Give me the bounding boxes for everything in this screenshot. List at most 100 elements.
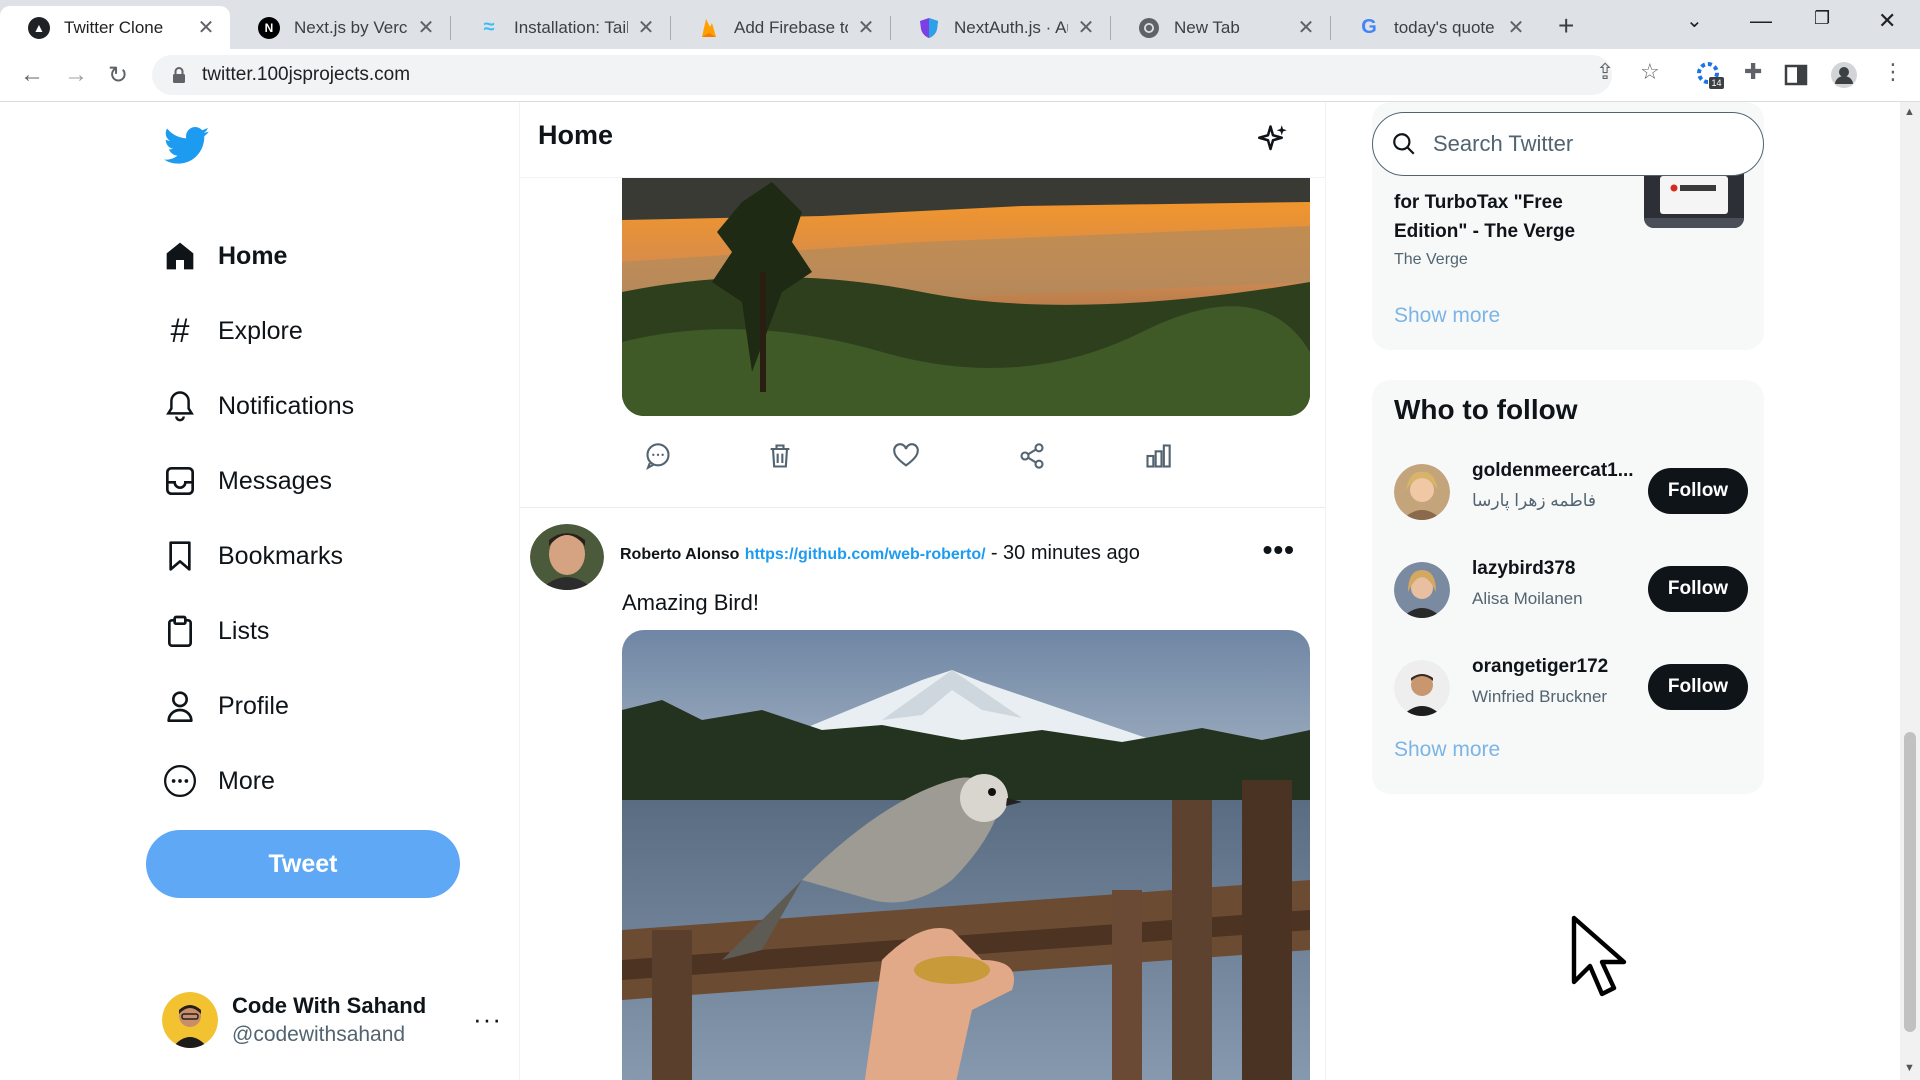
scrollbar-thumb[interactable]	[1904, 732, 1916, 1032]
news-article-title[interactable]: for TurboTax "Free Edition" - The Verge	[1394, 188, 1614, 246]
follow-button[interactable]: Follow	[1648, 566, 1748, 612]
home-feed: Home Roberto Alonso https://github.com/w…	[520, 102, 1326, 1080]
tab-title: today's quote - G	[1394, 17, 1498, 37]
profile-avatar-icon[interactable]	[1830, 61, 1858, 89]
clipboard-icon	[162, 613, 198, 649]
close-icon[interactable]: ✕	[196, 15, 216, 40]
twitter-page: Home # Explore Notifications Messages Bo…	[0, 102, 1900, 1080]
nav-lists[interactable]: Lists	[162, 605, 269, 657]
avatar	[1394, 660, 1450, 716]
follow-username: orangetiger172	[1472, 656, 1609, 677]
comment-icon[interactable]	[644, 442, 672, 470]
ellipsis-icon[interactable]: ···	[473, 1004, 502, 1035]
feed-header: Home	[520, 102, 1325, 178]
new-tab-plus-icon[interactable]: +	[1558, 10, 1574, 42]
home-icon	[162, 238, 198, 274]
lock-icon	[173, 67, 185, 83]
who-to-follow-show-more-link[interactable]: Show more	[1394, 738, 1500, 762]
tab-search-chevron-icon[interactable]: ⌄	[1686, 8, 1703, 33]
firebase-favicon	[698, 17, 720, 39]
close-icon[interactable]: ✕	[856, 15, 876, 40]
heart-icon[interactable]	[892, 442, 920, 470]
follow-suggestion[interactable]: goldenmeercat1... فاطمه زهرا پارسا Follo…	[1394, 458, 1748, 524]
browser-tab-bar: ▲ Twitter Clone ✕ N Next.js by Vercel ✕ …	[0, 0, 1920, 49]
address-bar[interactable]: twitter.100jsprojects.com	[152, 55, 1612, 95]
scroll-up-arrow-icon[interactable]: ▲	[1904, 106, 1915, 118]
minimize-icon[interactable]: —	[1750, 8, 1772, 34]
trash-icon[interactable]	[766, 442, 794, 470]
page-scrollbar[interactable]: ▲ ▼	[1900, 102, 1920, 1080]
close-icon[interactable]: ✕	[1076, 15, 1096, 40]
nav-explore[interactable]: # Explore	[162, 305, 303, 357]
follow-display-name: Winfried Bruckner	[1472, 687, 1608, 706]
share-icon[interactable]	[1018, 442, 1046, 470]
side-panel-icon[interactable]	[1784, 63, 1812, 91]
nav-home[interactable]: Home	[162, 230, 287, 282]
back-arrow-icon[interactable]: ←	[20, 61, 44, 89]
follow-display-name: فاطمه زهرا پارسا	[1472, 491, 1597, 510]
extension-gear-icon[interactable]: 14	[1696, 61, 1724, 89]
user-icon	[162, 688, 198, 724]
tab-nextauth[interactable]: NextAuth.js · Aut ✕	[890, 6, 1110, 49]
tab-google-search[interactable]: G today's quote - G ✕	[1330, 6, 1540, 49]
follow-button[interactable]: Follow	[1648, 468, 1748, 514]
inbox-icon	[162, 463, 198, 499]
post-author[interactable]: Roberto Alonso	[620, 546, 739, 563]
forward-arrow-icon[interactable]: →	[64, 61, 88, 89]
bell-icon	[162, 388, 198, 424]
tab-tailwind[interactable]: ≈ Installation: Tailw ✕	[450, 6, 670, 49]
tweet-button[interactable]: Tweet	[146, 830, 460, 898]
nextauth-favicon	[918, 17, 940, 39]
star-icon[interactable]: ☆	[1640, 59, 1660, 85]
browser-toolbar: ← → ↻ twitter.100jsprojects.com ⇪ ☆ 14 ✚…	[0, 49, 1920, 102]
reload-icon[interactable]: ↻	[108, 61, 128, 90]
follow-suggestion[interactable]: orangetiger172 Winfried Bruckner Follow	[1394, 654, 1748, 720]
nav-more[interactable]: More	[162, 755, 275, 807]
avatar	[1394, 562, 1450, 618]
kebab-menu-icon[interactable]: ⋮	[1882, 59, 1904, 85]
more-circle-icon	[162, 763, 198, 799]
nav-notifications[interactable]: Notifications	[162, 380, 354, 432]
post-image-lake-sunset[interactable]	[622, 142, 1310, 416]
tab-new-tab[interactable]: New Tab ✕	[1110, 6, 1330, 49]
nav-bookmarks[interactable]: Bookmarks	[162, 530, 343, 582]
tab-twitter-clone[interactable]: ▲ Twitter Clone ✕	[0, 6, 230, 49]
post-author-link[interactable]: https://github.com/web-roberto/	[745, 546, 986, 563]
nav-label: Explore	[218, 316, 303, 345]
news-show-more-link[interactable]: Show more	[1394, 304, 1500, 328]
left-sidebar: Home # Explore Notifications Messages Bo…	[0, 102, 520, 1080]
follow-suggestion[interactable]: lazybird378 Alisa Moilanen Follow	[1394, 556, 1748, 622]
close-icon[interactable]: ✕	[1296, 15, 1316, 40]
twitter-clone-favicon: ▲	[28, 16, 50, 39]
post-image-bird[interactable]	[622, 630, 1310, 1080]
nav-label: Notifications	[218, 391, 355, 420]
who-to-follow-card: Who to follow goldenmeercat1... فاطمه زه…	[1372, 380, 1764, 794]
follow-button[interactable]: Follow	[1648, 664, 1748, 710]
nav-label: Home	[218, 241, 288, 270]
close-icon[interactable]: ✕	[1506, 15, 1526, 40]
scroll-down-arrow-icon[interactable]: ▼	[1904, 1062, 1915, 1074]
twitter-logo-icon[interactable]	[164, 126, 210, 166]
restore-icon[interactable]: ❐	[1814, 8, 1830, 29]
account-switcher[interactable]: Code With Sahand @codewithsahand ···	[162, 988, 502, 1052]
tab-firebase[interactable]: Add Firebase to y ✕	[670, 6, 890, 49]
avatar[interactable]	[530, 524, 604, 590]
share-icon[interactable]: ⇪	[1596, 59, 1614, 85]
sparkles-icon[interactable]	[1258, 124, 1288, 154]
search-input[interactable]: Search Twitter	[1372, 112, 1764, 176]
window-close-icon[interactable]: ✕	[1878, 8, 1896, 34]
close-icon[interactable]: ✕	[636, 15, 656, 40]
nav-messages[interactable]: Messages	[162, 455, 332, 507]
search-placeholder: Search Twitter	[1433, 131, 1574, 156]
puzzle-extensions-icon[interactable]: ✚	[1744, 59, 1762, 85]
tab-title: Twitter Clone	[64, 17, 164, 37]
tab-title: New Tab	[1174, 17, 1240, 37]
nav-label: Lists	[218, 616, 270, 645]
tab-nextjs[interactable]: N Next.js by Vercel ✕	[230, 6, 450, 49]
hashtag-icon: #	[170, 311, 190, 350]
nav-profile[interactable]: Profile	[162, 680, 289, 732]
analytics-icon[interactable]	[1144, 442, 1172, 470]
mouse-cursor-icon	[1571, 915, 1627, 997]
post-options-icon[interactable]: •••	[1263, 534, 1295, 566]
close-icon[interactable]: ✕	[416, 15, 436, 40]
